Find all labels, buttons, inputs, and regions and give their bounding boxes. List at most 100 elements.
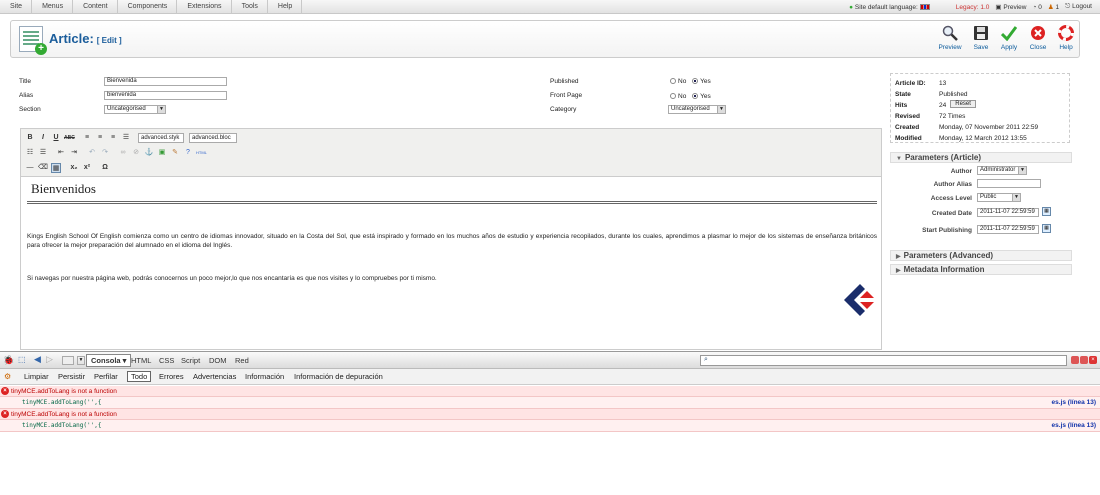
menu-tools[interactable]: Tools: [232, 0, 268, 14]
strikethrough-button[interactable]: ABC: [64, 133, 75, 143]
filter-debug-button[interactable]: Información de depuración: [294, 372, 383, 381]
legacy-status: Legacy: 1.0: [955, 3, 990, 11]
frontpage-no-radio[interactable]: [670, 93, 676, 100]
tab-red[interactable]: Red: [235, 356, 249, 365]
indent-icon[interactable]: ⇥: [69, 148, 79, 158]
underline-button[interactable]: U: [51, 133, 61, 143]
unlink-icon[interactable]: ⊘: [131, 148, 141, 158]
subscript-icon[interactable]: x₂: [69, 163, 79, 173]
image-icon[interactable]: ▣: [157, 148, 167, 158]
published-no-radio[interactable]: [670, 78, 676, 85]
visual-aid-icon[interactable]: ▦: [51, 163, 61, 173]
profile-button[interactable]: Perfilar: [94, 372, 118, 381]
tab-css[interactable]: CSS: [159, 356, 174, 365]
outdent-icon[interactable]: ⇤: [56, 148, 66, 158]
html-source-icon[interactable]: HTML: [196, 148, 207, 158]
minimize-icon[interactable]: [1071, 356, 1079, 364]
save-button[interactable]: Save: [966, 25, 996, 51]
users-count[interactable]: ♟ 1: [1048, 3, 1059, 11]
category-select[interactable]: Uncategorised ▼: [668, 105, 726, 114]
title-input[interactable]: Bienvenida: [104, 77, 227, 86]
align-right-icon[interactable]: ≡: [108, 133, 118, 143]
back-icon[interactable]: ◀: [34, 354, 41, 365]
horizontal-rule-icon[interactable]: —: [25, 163, 35, 173]
inspect-icon[interactable]: ⬚: [18, 355, 26, 364]
close-button[interactable]: Close: [1023, 25, 1053, 51]
command-line-icon[interactable]: [62, 356, 74, 365]
console-options-icon[interactable]: ⚙: [4, 372, 11, 381]
frontpage-yes-radio[interactable]: [692, 93, 699, 100]
error-icon: ×: [1, 410, 9, 418]
site-language: ● Site default language:: [849, 4, 930, 11]
preview-button[interactable]: Preview: [935, 25, 965, 51]
author-alias-input[interactable]: [977, 179, 1041, 188]
preview-link[interactable]: ▣ Preview: [995, 3, 1026, 11]
editor-content[interactable]: Bienvenidos Kings English School Of Engl…: [27, 181, 877, 283]
section-select[interactable]: Uncategorised ▼: [104, 105, 166, 114]
console-error-row[interactable]: × tinyMCE.addToLang is not a function: [0, 386, 1100, 397]
filter-errors-button[interactable]: Errores: [159, 372, 184, 381]
undo-icon[interactable]: ↶: [87, 148, 97, 158]
tab-html[interactable]: HTML: [131, 356, 151, 365]
numbered-list-icon[interactable]: ☰: [38, 148, 48, 158]
italic-button[interactable]: I: [38, 133, 48, 143]
anchor-icon[interactable]: ⚓: [144, 148, 154, 158]
detach-icon[interactable]: [1080, 356, 1088, 364]
link-icon[interactable]: ∞: [118, 148, 128, 158]
apply-button[interactable]: Apply: [994, 25, 1024, 51]
menu-components[interactable]: Components: [118, 0, 178, 14]
tab-dom[interactable]: DOM: [209, 356, 227, 365]
firebug-search-input[interactable]: ⌕: [700, 355, 1067, 366]
cleanup-icon[interactable]: ✎: [170, 148, 180, 158]
menu-help[interactable]: Help: [268, 0, 303, 14]
menu-extensions[interactable]: Extensions: [177, 0, 232, 14]
close-icon[interactable]: ×: [1089, 356, 1097, 364]
chevron-down-icon[interactable]: ▼: [77, 356, 85, 365]
style-select[interactable]: advanced.styk: [138, 133, 184, 143]
help-button[interactable]: Help: [1051, 25, 1081, 51]
align-center-icon[interactable]: ≡: [95, 133, 105, 143]
author-select[interactable]: Administrator ▼: [977, 166, 1027, 175]
magnifier-icon: [942, 25, 958, 41]
access-level-select[interactable]: Public ▼: [977, 193, 1021, 202]
menu-menus[interactable]: Menus: [32, 0, 74, 14]
tab-consola[interactable]: Consola ▾: [86, 354, 132, 367]
clear-button[interactable]: Limpiar: [24, 372, 49, 381]
redo-icon[interactable]: ↷: [100, 148, 110, 158]
menu-site[interactable]: Site: [0, 0, 33, 14]
help-icon[interactable]: ?: [183, 148, 193, 158]
remove-format-icon[interactable]: ⌫: [38, 163, 48, 173]
start-publishing-input[interactable]: 2011-11-07 22:59:59: [977, 225, 1039, 234]
alias-input[interactable]: bienvenida: [104, 91, 227, 100]
params-article-header[interactable]: ▼ Parameters (Article): [890, 152, 1072, 163]
logout-link[interactable]: ⎋ Logout: [1065, 3, 1092, 11]
forward-icon[interactable]: ▷: [46, 354, 53, 365]
special-char-icon[interactable]: Ω: [100, 163, 110, 173]
error-source-link[interactable]: es.js (línea 13): [1052, 397, 1096, 408]
filter-all-button[interactable]: Todo: [127, 371, 152, 382]
metadata-header[interactable]: ▶ Metadata Information: [890, 264, 1072, 275]
align-left-icon[interactable]: ≡: [82, 133, 92, 143]
access-level-label: Access Level: [930, 195, 972, 202]
menu-content[interactable]: Content: [73, 0, 118, 14]
created-date-input[interactable]: 2011-11-07 22:59:59: [977, 208, 1039, 217]
error-source-link[interactable]: es.js (línea 13): [1052, 420, 1096, 431]
tab-script[interactable]: Script: [181, 356, 200, 365]
filter-info-button[interactable]: Información: [245, 372, 284, 381]
align-justify-icon[interactable]: ☰: [121, 133, 131, 143]
superscript-icon[interactable]: x²: [82, 163, 92, 173]
calendar-icon[interactable]: ▦: [1042, 224, 1051, 233]
bullet-list-icon[interactable]: ☷: [25, 148, 35, 158]
filter-warnings-button[interactable]: Advertencias: [193, 372, 236, 381]
messages-count[interactable]: ◔ 0: [1033, 4, 1042, 11]
persist-button[interactable]: Persistir: [58, 372, 85, 381]
block-format-select[interactable]: advanced.bloc: [189, 133, 237, 143]
bold-button[interactable]: B: [25, 133, 35, 143]
params-advanced-header[interactable]: ▶ Parameters (Advanced): [890, 250, 1072, 261]
reset-hits-button[interactable]: Reset: [950, 100, 976, 108]
firebug-bug-icon[interactable]: 🐞: [3, 355, 14, 366]
page-header: Article:[ Edit ] Preview Save Apply Clos…: [10, 20, 1080, 58]
console-error-row[interactable]: × tinyMCE.addToLang is not a function: [0, 409, 1100, 420]
calendar-icon[interactable]: ▦: [1042, 207, 1051, 216]
published-yes-radio[interactable]: [692, 78, 699, 85]
